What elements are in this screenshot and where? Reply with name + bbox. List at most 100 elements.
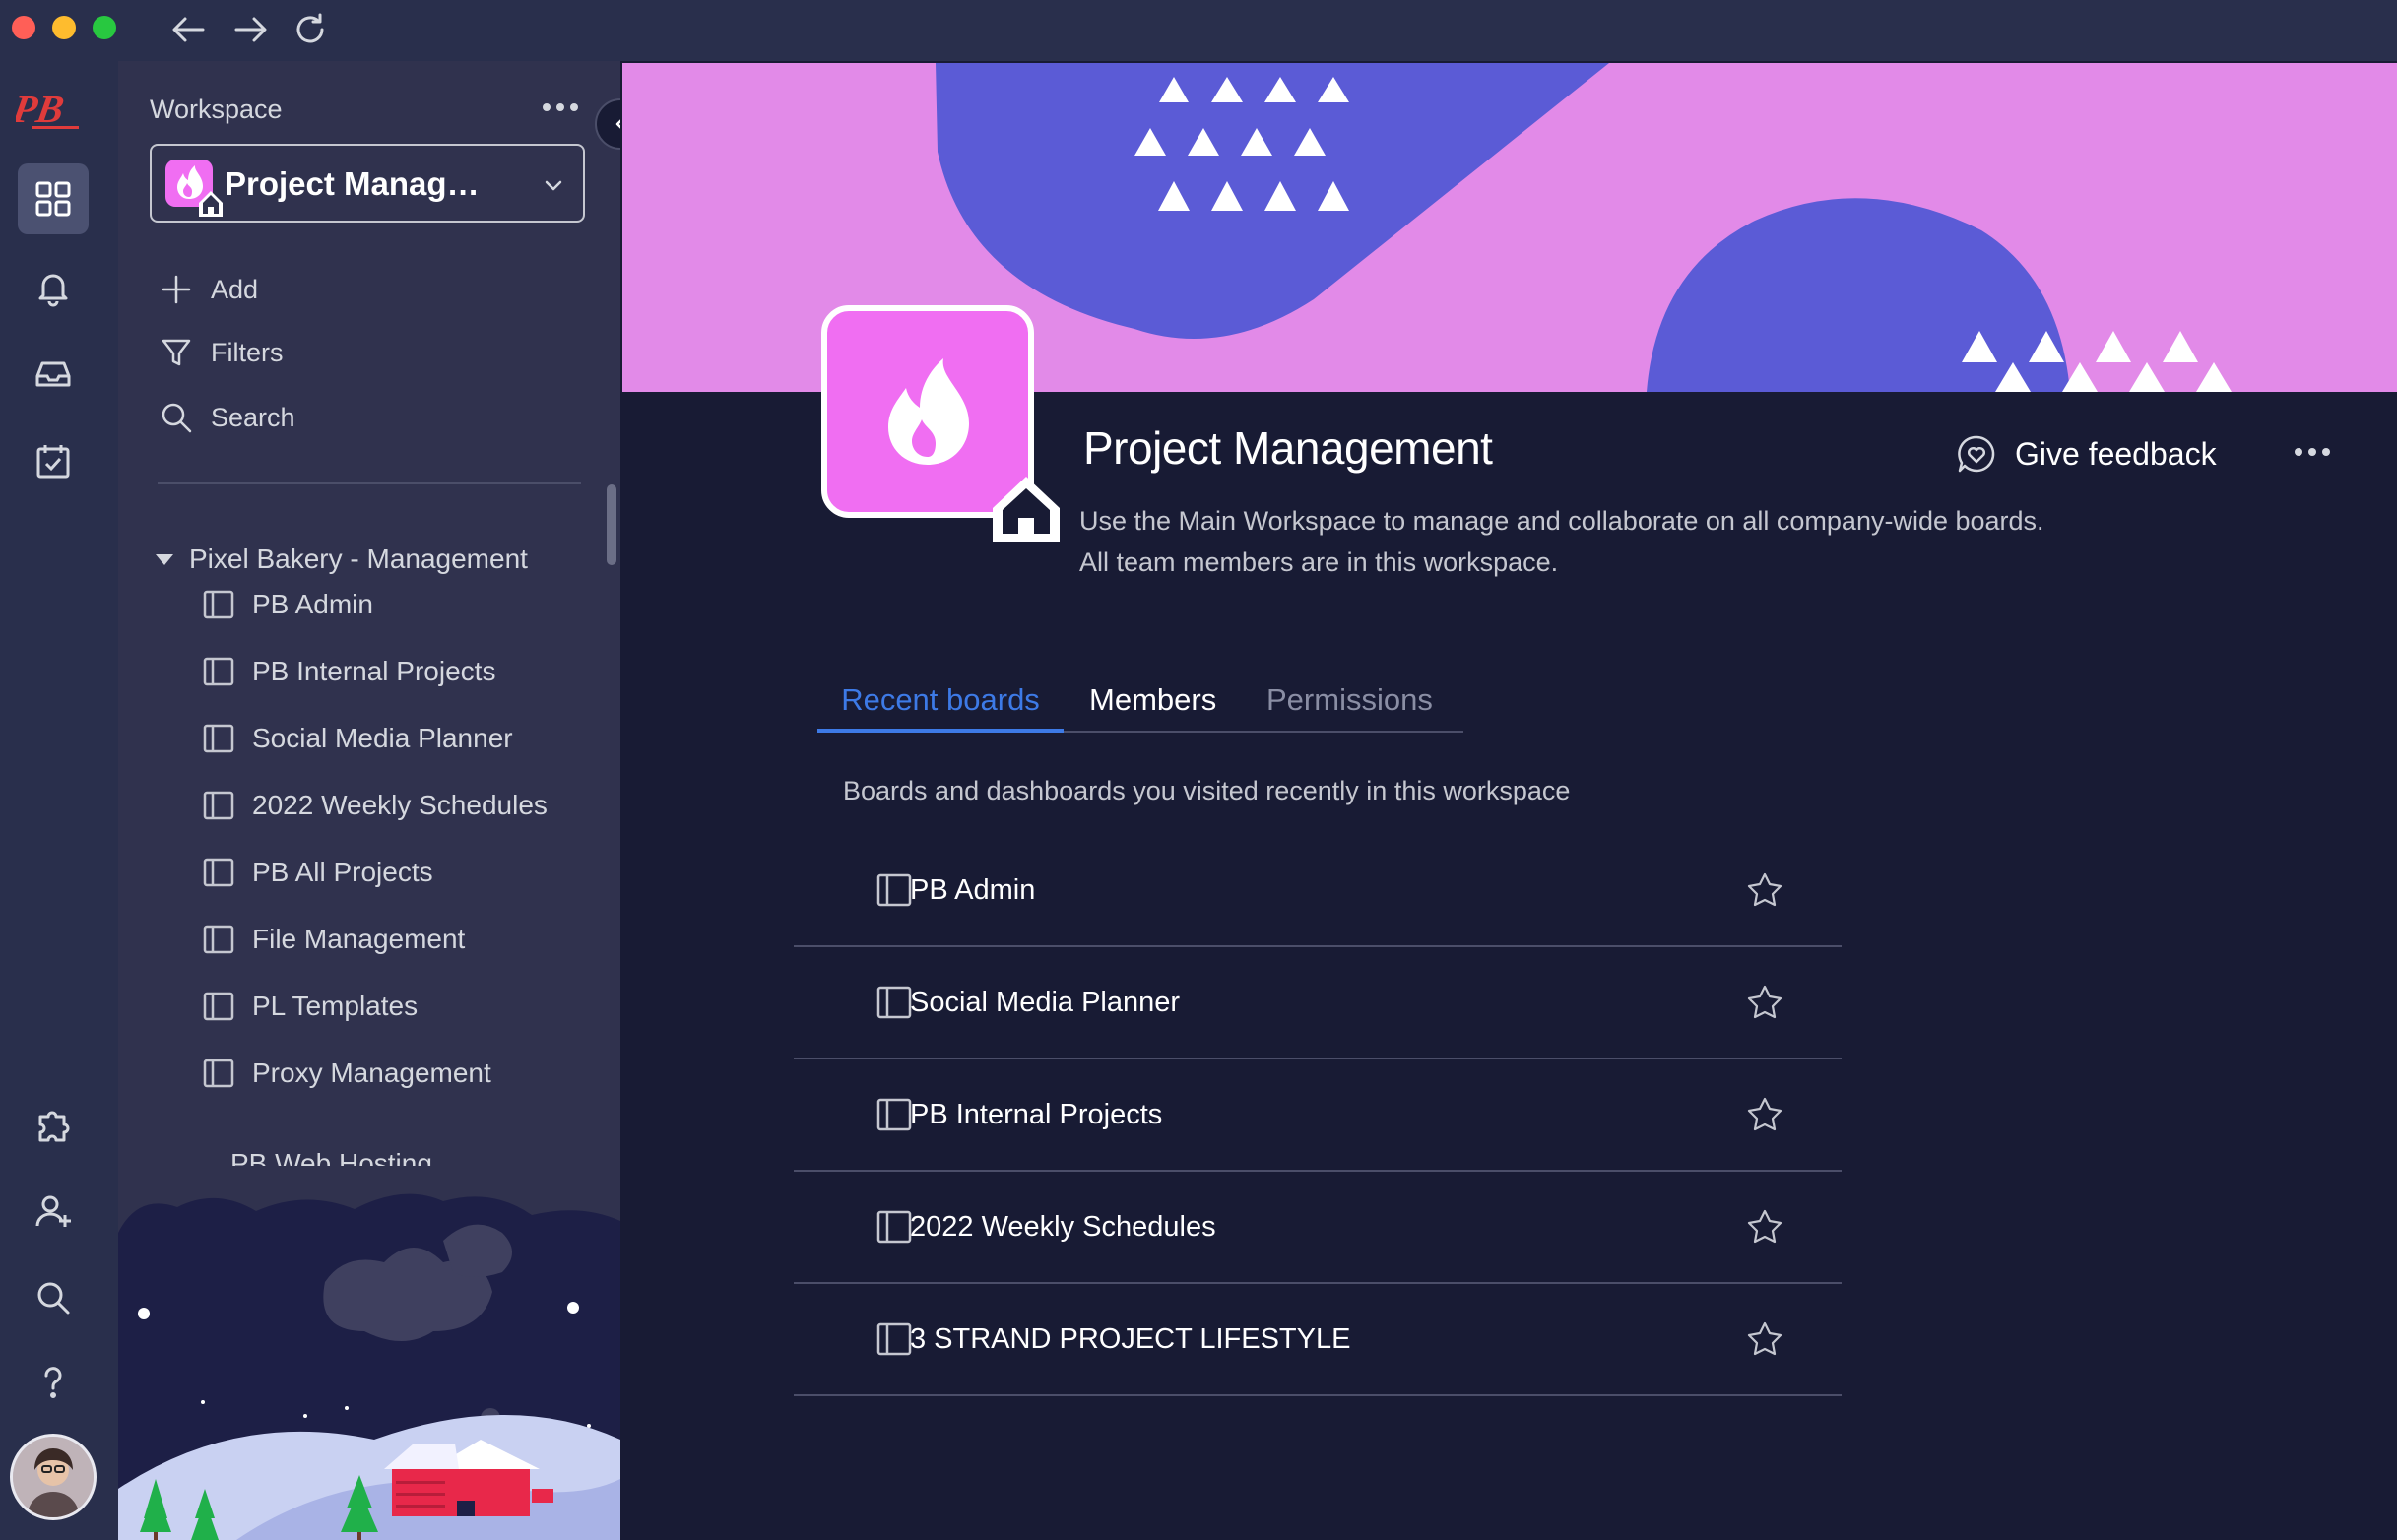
board-label: PB Admin bbox=[252, 589, 373, 619]
star-icon[interactable] bbox=[1745, 870, 1784, 910]
left-rail: PB bbox=[0, 61, 118, 1540]
bell-icon[interactable] bbox=[18, 252, 89, 323]
filter-icon bbox=[162, 339, 191, 366]
back-arrow-icon[interactable] bbox=[169, 10, 209, 49]
board-label: PB Internal Projects bbox=[252, 656, 496, 686]
home-icon bbox=[987, 469, 1066, 547]
forward-arrow-icon[interactable] bbox=[230, 10, 270, 49]
home-icon bbox=[195, 187, 227, 219]
company-logo[interactable]: PB bbox=[16, 83, 95, 136]
star-icon[interactable] bbox=[1745, 983, 1784, 1022]
workspace-name: Project Manage... bbox=[225, 165, 490, 202]
board-icon bbox=[203, 858, 234, 887]
sidebar-search-button[interactable]: Search bbox=[160, 398, 295, 437]
sidebar-divider bbox=[158, 482, 581, 484]
board-label: PB All Projects bbox=[252, 857, 433, 887]
add-user-icon[interactable] bbox=[18, 1176, 89, 1247]
sidebar-board-item[interactable]: PB Internal Projects bbox=[203, 652, 495, 691]
board-icon bbox=[203, 791, 234, 820]
workspace-sidebar: Workspace Project Manage... Add Filters … bbox=[118, 61, 620, 1540]
puzzle-icon[interactable] bbox=[18, 1089, 89, 1160]
board-icon bbox=[203, 724, 234, 753]
board-icon bbox=[203, 590, 234, 619]
add-label: Add bbox=[211, 274, 259, 304]
winter-illustration bbox=[118, 1193, 620, 1540]
search-icon[interactable] bbox=[18, 1262, 89, 1333]
tab-permissions[interactable]: Permissions bbox=[1266, 670, 1433, 731]
maximize-window-button[interactable] bbox=[93, 16, 116, 39]
board-label: File Management bbox=[252, 924, 466, 954]
tab-members[interactable]: Members bbox=[1089, 670, 1216, 731]
inbox-icon[interactable] bbox=[18, 339, 89, 410]
sidebar-board-item[interactable]: PB All Projects bbox=[203, 853, 433, 892]
folder-pixel-bakery-management[interactable]: Pixel Bakery - Management bbox=[156, 540, 528, 579]
recent-board-name: Social Media Planner bbox=[910, 986, 1181, 1018]
recent-board-row[interactable]: 3 STRAND PROJECT LIFESTYLE bbox=[794, 1284, 1842, 1396]
plus-icon bbox=[162, 275, 191, 304]
recent-board-row[interactable]: PB Admin bbox=[794, 835, 1842, 947]
minimize-window-button[interactable] bbox=[52, 16, 76, 39]
give-feedback-button[interactable]: Give feedback bbox=[1956, 431, 2217, 477]
star-icon[interactable] bbox=[1745, 1207, 1784, 1247]
sidebar-board-item[interactable]: 2022 Weekly Schedules bbox=[203, 786, 548, 825]
board-icon bbox=[203, 992, 234, 1021]
recent-boards-list: PB Admin Social Media Planner PB Interna… bbox=[794, 835, 1842, 1396]
star-icon[interactable] bbox=[1745, 1095, 1784, 1134]
chevron-down-icon bbox=[540, 171, 567, 199]
description-line: Use the Main Workspace to manage and col… bbox=[1079, 506, 2044, 536]
board-icon bbox=[203, 657, 234, 686]
recent-board-row[interactable]: 2022 Weekly Schedules bbox=[794, 1172, 1842, 1284]
board-label: PB Web Hosting bbox=[230, 1148, 432, 1166]
recent-boards-caption: Boards and dashboards you visited recent… bbox=[843, 776, 1571, 805]
svg-text:PB: PB bbox=[16, 87, 67, 131]
caret-down-icon bbox=[156, 553, 173, 565]
workspace-description: Use the Main Workspace to manage and col… bbox=[1079, 500, 2163, 583]
more-options-icon[interactable] bbox=[540, 93, 581, 122]
recent-board-row[interactable]: Social Media Planner bbox=[794, 947, 1842, 1059]
filters-label: Filters bbox=[211, 337, 284, 367]
folder-label: Pixel Bakery - Management bbox=[189, 544, 528, 574]
board-icon bbox=[876, 873, 912, 907]
sidebar-scrollbar[interactable] bbox=[607, 484, 616, 565]
tab-recent-boards[interactable]: Recent boards bbox=[817, 670, 1064, 733]
reload-icon[interactable] bbox=[291, 10, 330, 49]
help-icon[interactable] bbox=[18, 1347, 89, 1418]
give-feedback-label: Give feedback bbox=[2015, 435, 2217, 472]
flame-icon bbox=[888, 358, 969, 465]
avatar[interactable] bbox=[10, 1434, 97, 1520]
board-label: 2022 Weekly Schedules bbox=[252, 790, 548, 820]
board-icon bbox=[203, 925, 234, 954]
calendar-check-icon[interactable] bbox=[18, 425, 89, 496]
sidebar-title: Workspace bbox=[150, 95, 283, 124]
window-titlebar bbox=[0, 0, 2397, 61]
recent-board-name: PB Admin bbox=[910, 873, 1036, 906]
workspace-flame-icon bbox=[165, 160, 223, 217]
sidebar-board-item[interactable]: PB Admin bbox=[203, 585, 373, 624]
workspace-dropdown[interactable]: Project Manage... bbox=[150, 144, 585, 223]
recent-board-name: 3 STRAND PROJECT LIFESTYLE bbox=[910, 1322, 1351, 1355]
star-icon[interactable] bbox=[1745, 1319, 1784, 1359]
add-button[interactable]: Add bbox=[160, 270, 258, 309]
board-icon bbox=[876, 986, 912, 1019]
more-options-icon[interactable] bbox=[2291, 437, 2334, 467]
sidebar-board-item[interactable]: PB Web Hosting bbox=[230, 1142, 432, 1166]
sidebar-board-item[interactable]: File Management bbox=[203, 920, 465, 959]
recent-board-name: PB Internal Projects bbox=[910, 1098, 1163, 1130]
workspace-tabs: Recent boards Members Permissions bbox=[817, 670, 1463, 733]
recent-board-row[interactable]: PB Internal Projects bbox=[794, 1059, 1842, 1172]
filters-button[interactable]: Filters bbox=[160, 333, 284, 372]
page-title: Project Management bbox=[1083, 422, 1493, 474]
board-icon bbox=[876, 1322, 912, 1356]
feedback-heart-icon bbox=[1958, 435, 1995, 473]
board-icon bbox=[876, 1210, 912, 1244]
workspaces-icon[interactable] bbox=[18, 163, 89, 234]
board-label: PL Templates bbox=[252, 991, 419, 1021]
board-label: Social Media Planner bbox=[252, 723, 513, 753]
close-window-button[interactable] bbox=[12, 16, 35, 39]
search-label: Search bbox=[211, 402, 295, 432]
workspace-avatar[interactable] bbox=[821, 305, 1060, 542]
board-icon bbox=[203, 1059, 234, 1088]
sidebar-board-item[interactable]: Social Media Planner bbox=[203, 719, 513, 758]
sidebar-board-item[interactable]: Proxy Management bbox=[203, 1054, 491, 1093]
sidebar-board-item[interactable]: PL Templates bbox=[203, 987, 418, 1026]
